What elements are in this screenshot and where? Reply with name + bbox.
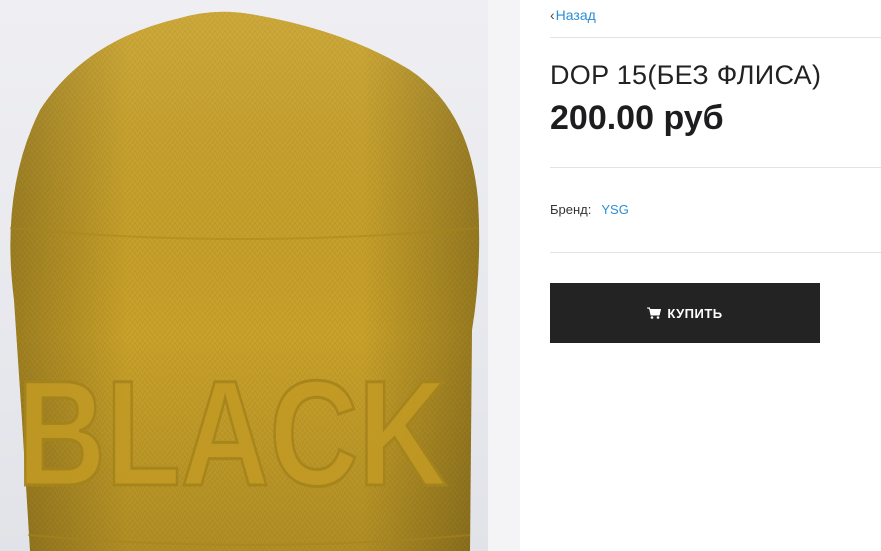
- divider: [550, 37, 881, 38]
- buy-button[interactable]: КУПИТЬ: [550, 283, 820, 343]
- divider: [550, 167, 881, 168]
- brand-link[interactable]: YSG: [601, 202, 628, 217]
- back-link[interactable]: ‹Назад: [550, 7, 596, 23]
- svg-text:BLACK: BLACK: [17, 349, 447, 517]
- brand-label: Бренд:: [550, 202, 592, 217]
- product-title: DOP 15(БЕЗ ФЛИСА): [550, 60, 822, 90]
- knit-beanie-image: BLACK: [9, 11, 480, 551]
- divider: [550, 252, 881, 253]
- shopping-cart-icon: [647, 307, 662, 319]
- image-gutter: [488, 0, 520, 551]
- brand-row: Бренд: YSG: [550, 202, 629, 217]
- product-photo[interactable]: BLACK: [0, 0, 488, 551]
- product-details: ‹Назад DOP 15(БЕЗ ФЛИСА) 200.00 руб Брен…: [550, 0, 881, 551]
- product-page: BLACK ‹Назад DOP 15(БЕЗ ФЛИСА) 200.00 ру…: [0, 0, 881, 551]
- product-price: 200.00 руб: [550, 99, 724, 137]
- chevron-left-icon: ‹: [550, 7, 555, 23]
- back-link-label: Назад: [555, 7, 596, 23]
- buy-button-label: КУПИТЬ: [667, 305, 723, 321]
